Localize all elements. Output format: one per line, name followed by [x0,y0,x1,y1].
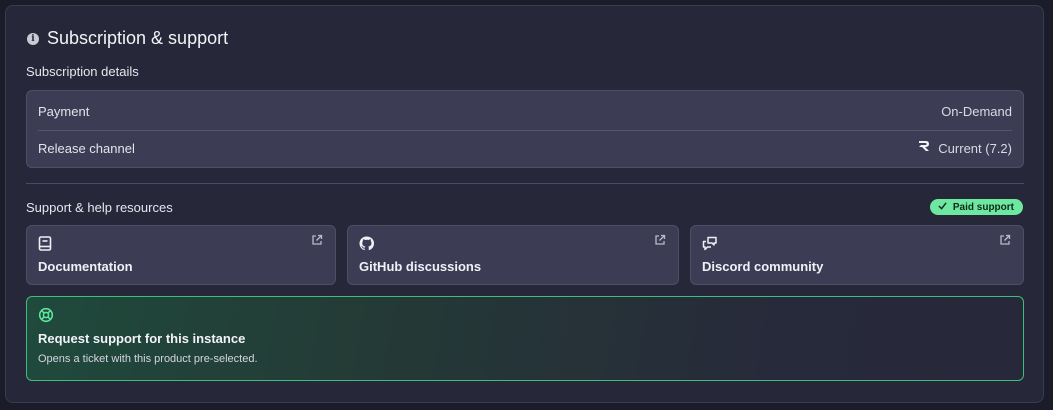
release-channel-value: Current (7.2) [938,140,1012,156]
release-channel-label: Release channel [38,140,135,156]
request-support-card[interactable]: Request support for this instance Opens … [26,296,1024,381]
paid-support-label: Paid support [952,201,1014,213]
documentation-card[interactable]: Documentation [26,225,336,285]
release-channel-row: Release channel Current (7.2) [38,129,1012,167]
request-support-description: Opens a ticket with this product pre-sel… [38,353,258,365]
subscription-details-label: Subscription details [26,64,139,79]
documentation-label: Documentation [38,259,133,274]
support-resources-label: Support & help resources [26,200,173,215]
book-icon [38,236,54,252]
subscription-support-panel: i Subscription & support Subscription de… [5,5,1044,403]
github-icon [359,236,375,252]
github-discussions-card[interactable]: GitHub discussions [347,225,679,285]
discord-community-card[interactable]: Discord community [690,225,1024,285]
check-icon [938,201,947,213]
r-logo-icon [918,140,930,156]
subscription-details-box: Payment On-Demand Release channel Curren… [26,90,1024,168]
release-channel-value-wrap: Current (7.2) [918,140,1012,156]
lifebuoy-icon [38,307,54,323]
external-link-icon [311,233,325,247]
request-support-title: Request support for this instance [38,331,246,346]
section-divider [26,183,1024,184]
paid-support-badge: Paid support [929,199,1023,215]
discord-community-label: Discord community [702,259,824,274]
github-discussions-label: GitHub discussions [359,259,482,274]
info-icon: i [27,32,39,45]
external-link-icon [999,233,1013,247]
chat-icon [702,236,718,252]
external-link-icon [654,233,668,247]
payment-label: Payment [38,104,90,119]
payment-value: On-Demand [941,104,1012,119]
payment-row: Payment On-Demand [38,93,1012,131]
panel-header: i Subscription & support [27,28,228,49]
panel-title: Subscription & support [47,28,229,48]
